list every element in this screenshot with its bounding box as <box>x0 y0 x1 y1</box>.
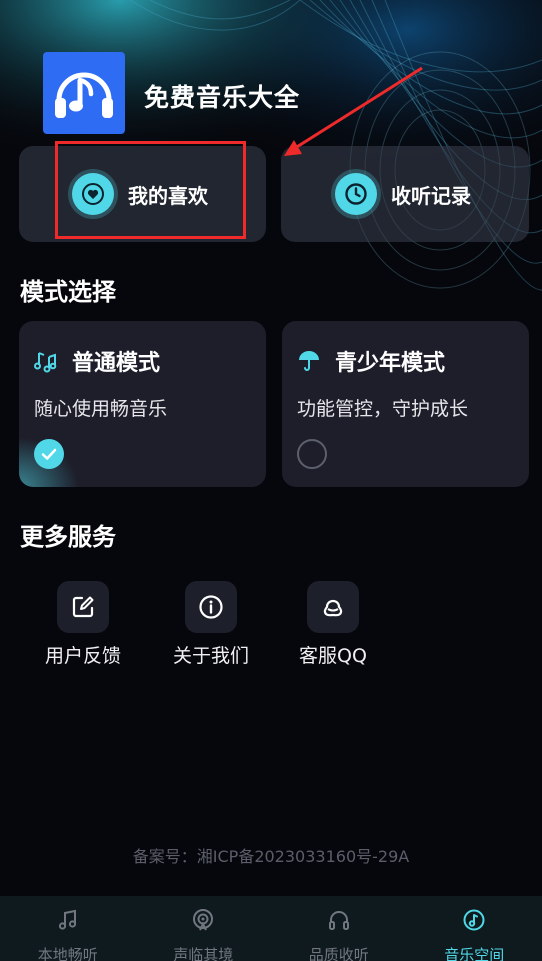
music-note-icon <box>58 909 76 930</box>
nav-label: 品质收听 <box>308 946 369 961</box>
icp-record-text: 备案号：湘ICP备2023033160号-29A <box>132 847 410 866</box>
normal-mode-title: 普通模式 <box>72 351 161 376</box>
normal-mode-description: 随心使用畅音乐 <box>34 398 168 420</box>
about-us-service[interactable]: 关于我们 <box>161 581 261 668</box>
mode-section-title: 模式选择 <box>20 278 116 306</box>
annotation-arrow <box>284 66 423 156</box>
music-notes-icon <box>34 352 57 373</box>
info-icon <box>185 581 237 633</box>
history-label: 收听记录 <box>391 183 471 208</box>
normal-mode-check[interactable] <box>34 439 64 469</box>
nav-tab-immersive[interactable]: 声临其境 <box>136 896 272 961</box>
checkmark-icon <box>41 448 57 460</box>
nav-label: 本地畅听 <box>37 946 98 961</box>
teen-mode-card[interactable]: 青少年模式 功能管控，守护成长 <box>282 321 529 487</box>
nav-label: 音乐空间 <box>444 946 505 961</box>
bottom-nav: 本地畅听 声临其境 品质收听 音乐空间 <box>0 896 542 961</box>
teen-mode-title: 青少年模式 <box>335 351 446 376</box>
qq-support-service[interactable]: 客服QQ <box>283 581 383 668</box>
normal-mode-title-row: 普通模式 <box>34 345 160 377</box>
feedback-service[interactable]: 用户反馈 <box>33 581 133 668</box>
clock-icon <box>335 173 377 215</box>
umbrella-icon <box>299 351 319 371</box>
teen-mode-title-row: 青少年模式 <box>297 345 445 377</box>
music-disc-icon <box>463 909 485 931</box>
app-screen: 免费音乐大全 我的喜欢 收听记录 模式选择 普通模式 随心使用畅音乐 青少年模式… <box>0 0 542 961</box>
edit-icon <box>57 581 109 633</box>
about-us-label: 关于我们 <box>172 645 249 667</box>
teen-mode-description: 功能管控，守护成长 <box>297 398 469 420</box>
feedback-label: 用户反馈 <box>44 645 121 667</box>
nav-label: 声临其境 <box>173 946 234 961</box>
more-section-title: 更多服务 <box>20 523 116 551</box>
nav-tab-music-space[interactable]: 音乐空间 <box>407 896 542 961</box>
highlight-box <box>55 141 246 239</box>
nav-tab-local-listen[interactable]: 本地畅听 <box>0 896 136 961</box>
normal-mode-card[interactable]: 普通模式 随心使用畅音乐 <box>19 321 266 487</box>
nav-tab-quality[interactable]: 品质收听 <box>271 896 407 961</box>
app-logo <box>43 52 125 134</box>
qq-support-label: 客服QQ <box>299 645 367 667</box>
music-note-headphones-icon <box>55 72 113 118</box>
podcast-icon <box>193 909 214 931</box>
headphones-icon <box>328 911 349 930</box>
qq-icon <box>307 581 359 633</box>
teen-mode-radio[interactable] <box>297 439 327 469</box>
